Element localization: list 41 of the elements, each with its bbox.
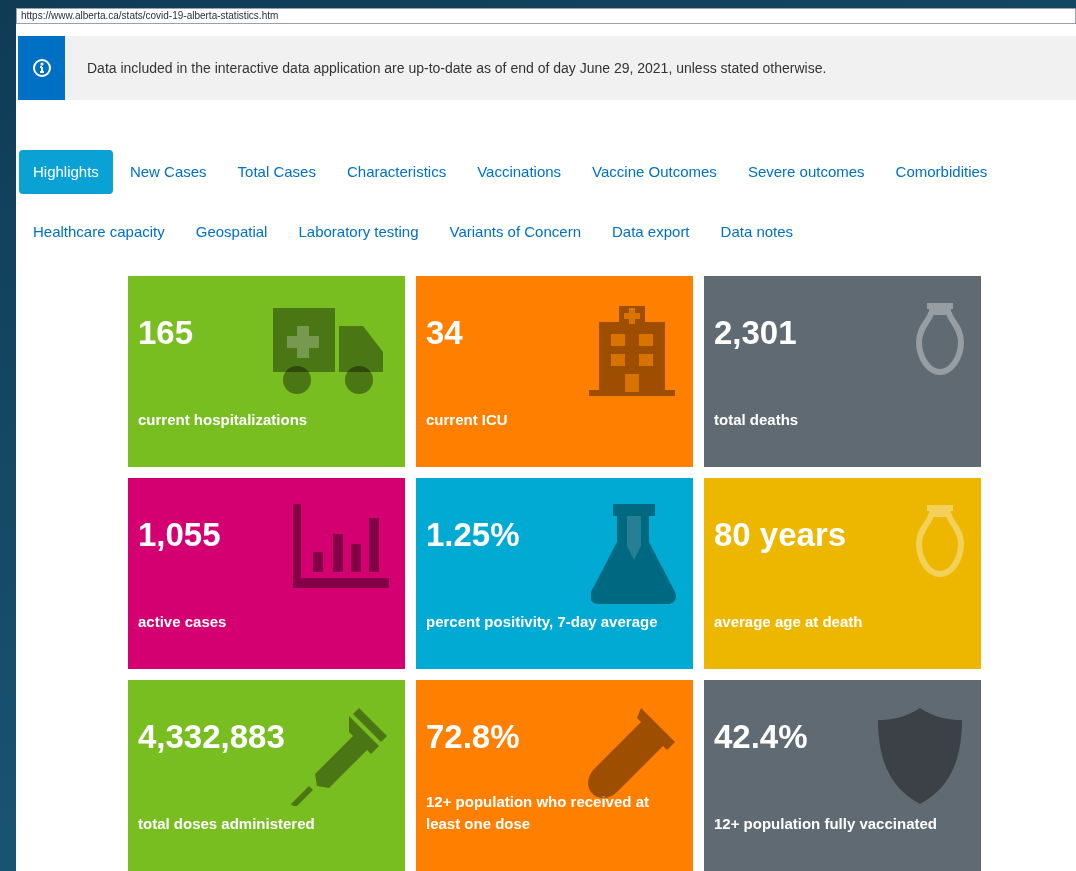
stat-value: 4,332,883 xyxy=(138,720,286,753)
tab[interactable]: Geospatial xyxy=(181,210,282,254)
stat-label: total deaths xyxy=(714,410,800,430)
tab[interactable]: Healthcare capacity xyxy=(19,210,179,254)
tab[interactable]: Vaccine Outcomes xyxy=(578,150,731,194)
shield-icon xyxy=(875,706,965,806)
tab[interactable]: New Cases xyxy=(115,150,221,194)
tab[interactable]: Variants of Concern xyxy=(435,210,595,254)
notice-text: Data included in the interactive data application are up-to-date as of end of day June 29, 2021, unless stated otherwise. xyxy=(87,58,827,78)
tab[interactable]: Data export xyxy=(598,210,704,254)
stat-label: 12+ population who received at least one dose xyxy=(426,792,650,834)
stat-value: 34 xyxy=(426,316,464,349)
stat-label: active cases xyxy=(138,612,228,632)
bar-chart-icon xyxy=(293,504,389,588)
tab[interactable]: Severe outcomes xyxy=(733,150,879,194)
stat-value: 1,055 xyxy=(138,518,222,551)
stat-value: 72.8% xyxy=(426,720,521,753)
stat-value: 42.4% xyxy=(714,720,809,753)
tab[interactable]: Laboratory testing xyxy=(284,210,433,254)
urn-icon xyxy=(915,302,965,378)
stat-value: 165 xyxy=(138,316,195,349)
tab[interactable]: Data notes xyxy=(706,210,808,254)
stat-value: 80 years xyxy=(714,518,848,551)
tab[interactable]: Comorbidities xyxy=(881,150,1002,194)
stat-value: 2,301 xyxy=(714,316,798,349)
tab[interactable]: Total Cases xyxy=(223,150,330,194)
stat-value: 1.25% xyxy=(426,518,521,551)
stat-label: current ICU xyxy=(426,410,509,430)
tab[interactable]: Highlights xyxy=(19,150,113,194)
tab[interactable]: Vaccinations xyxy=(463,150,576,194)
stat-label: current hospitalizations xyxy=(138,410,309,430)
info-icon xyxy=(31,58,52,78)
address-bar[interactable]: https://www.alberta.ca/stats/covid-19-alberta-statistics.htm xyxy=(16,8,1076,24)
stat-label: 12+ population fully vaccinated xyxy=(714,814,938,834)
syringe-icon xyxy=(289,706,389,806)
tab[interactable]: Characteristics xyxy=(332,150,461,194)
stat-label: total doses administered xyxy=(138,814,316,834)
flask-icon xyxy=(591,504,677,604)
stat-label: percent positivity, 7-day average xyxy=(426,612,659,632)
urn-icon xyxy=(915,504,965,580)
stat-label: average age at death xyxy=(714,612,864,632)
